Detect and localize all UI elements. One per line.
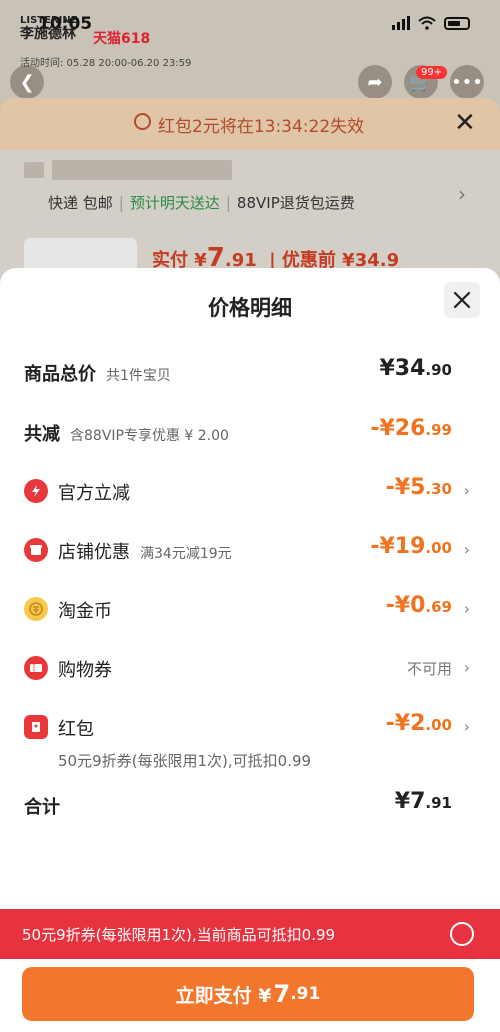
sum-label: 合计 bbox=[24, 797, 60, 818]
store-brand-cn: 李施德林 bbox=[20, 25, 76, 42]
taojin-label: 淘金币 bbox=[58, 601, 112, 622]
activity-time: 活动时间: 05.28 20:00-06.20 23:59 bbox=[20, 58, 192, 69]
store-icon bbox=[24, 538, 48, 562]
chevron-right-icon: › bbox=[463, 717, 470, 736]
total-label: 商品总价 共1件宝贝 bbox=[24, 364, 171, 385]
status-icons bbox=[392, 16, 470, 30]
reduce-amount: -¥26.99 bbox=[370, 416, 452, 441]
chevron-right-icon: › bbox=[463, 481, 470, 500]
close-icon[interactable]: ✕ bbox=[454, 108, 476, 138]
more-icon: ••• bbox=[451, 71, 483, 93]
background-page: 10:05 LISTERINE 李施德林 天猫618 活动时间: 05.28 2… bbox=[0, 0, 500, 318]
chevron-left-icon: ❮ bbox=[19, 71, 35, 93]
expire-banner: 红包2元将在13:34:22失效 ✕ bbox=[0, 98, 500, 150]
red-packet-row[interactable]: 红包 -¥2.00 › bbox=[24, 711, 470, 741]
official-label: 官方立减 bbox=[58, 483, 130, 504]
coupon-radio[interactable] bbox=[450, 922, 474, 946]
vip-return-text: 88VIP退货包运费 bbox=[236, 194, 355, 212]
voucher-row[interactable]: 购物券 不可用 › bbox=[24, 652, 470, 682]
close-button[interactable] bbox=[444, 282, 480, 318]
share-icon: ➦ bbox=[367, 71, 383, 93]
pay-button-label: 立即支付 ¥ bbox=[175, 984, 272, 1007]
cart-badge: 99+ bbox=[416, 66, 448, 79]
expire-text: 红包2元将在13:34:22失效 bbox=[158, 117, 365, 137]
official-discount-row[interactable]: 官方立减 -¥5.30 › bbox=[24, 475, 470, 505]
coupon-promo-bar[interactable]: 50元9折券(每张限用1次),当前商品可抵扣0.99 bbox=[0, 909, 500, 959]
coin-icon bbox=[24, 597, 48, 621]
red-packet-note: 50元9折券(每张限用1次),可抵扣0.99 bbox=[58, 752, 312, 770]
store-amount: -¥19.00 bbox=[370, 534, 452, 559]
sum-row: 合计 ¥7.91 bbox=[24, 789, 470, 819]
store-discount-row[interactable]: 店铺优惠 满34元减19元 -¥19.00 › bbox=[24, 534, 470, 564]
share-button[interactable]: ➦ bbox=[358, 65, 392, 99]
delivery-text: 预计明天送达 bbox=[129, 194, 220, 212]
wifi-icon bbox=[418, 16, 436, 30]
red-packet-label: 红包 bbox=[58, 719, 94, 740]
red-packet-icon bbox=[24, 715, 48, 739]
shipping-row: 快递 包邮 | 预计明天送达 | 88VIP退货包运费 bbox=[48, 194, 355, 212]
store-label: 店铺优惠 满34元减19元 bbox=[58, 542, 232, 563]
total-price-row: 商品总价 共1件宝贝 ¥34.90 bbox=[24, 356, 470, 386]
modal-title: 价格明细 bbox=[208, 296, 292, 320]
taojin-amount: -¥0.69 bbox=[385, 593, 452, 618]
reduce-row: 共减 含88VIP专享优惠 ¥ 2.00 -¥26.99 bbox=[24, 416, 470, 446]
shipping-text: 快递 包邮 bbox=[48, 194, 113, 212]
pay-button-int: 7 bbox=[273, 980, 291, 1008]
sum-amount: ¥7.91 bbox=[394, 789, 452, 814]
clock-icon bbox=[134, 113, 151, 130]
back-button[interactable]: ❮ bbox=[10, 65, 44, 99]
battery-icon bbox=[444, 16, 470, 30]
store-logo: LISTERINE 李施德林 bbox=[20, 15, 78, 42]
chevron-right-icon: › bbox=[463, 599, 470, 618]
promo-text: 50元9折券(每张限用1次),当前商品可抵扣0.99 bbox=[22, 926, 336, 944]
official-amount: -¥5.30 bbox=[385, 475, 452, 500]
store-sub: 满34元减19元 bbox=[140, 546, 232, 562]
signal-icon bbox=[392, 16, 410, 30]
total-sub: 共1件宝贝 bbox=[106, 368, 171, 384]
lightning-icon bbox=[24, 479, 48, 503]
total-amount: ¥34.90 bbox=[379, 356, 452, 381]
chevron-right-icon: › bbox=[463, 540, 470, 559]
address-icon bbox=[24, 162, 44, 178]
blurred-address bbox=[52, 160, 232, 180]
voucher-label: 购物券 bbox=[58, 660, 112, 681]
pay-button-dec: .91 bbox=[290, 984, 321, 1004]
voucher-status: 不可用 bbox=[406, 660, 452, 678]
store-brand-en: LISTERINE bbox=[20, 15, 78, 26]
close-icon bbox=[453, 291, 471, 309]
ticket-icon bbox=[24, 656, 48, 680]
more-button[interactable]: ••• bbox=[450, 65, 484, 99]
chevron-right-icon: › bbox=[463, 658, 470, 677]
taojinbi-row[interactable]: 淘金币 -¥0.69 › bbox=[24, 593, 470, 623]
tmall-618-logo: 天猫618 bbox=[93, 31, 151, 47]
reduce-label: 共减 含88VIP专享优惠 ¥ 2.00 bbox=[24, 424, 229, 445]
pay-now-button[interactable]: 立即支付 ¥7.91 bbox=[22, 967, 474, 1021]
red-packet-amount: -¥2.00 bbox=[385, 711, 452, 736]
reduce-sub: 含88VIP专享优惠 ¥ 2.00 bbox=[70, 428, 229, 444]
chevron-right-icon[interactable]: › bbox=[458, 182, 466, 206]
